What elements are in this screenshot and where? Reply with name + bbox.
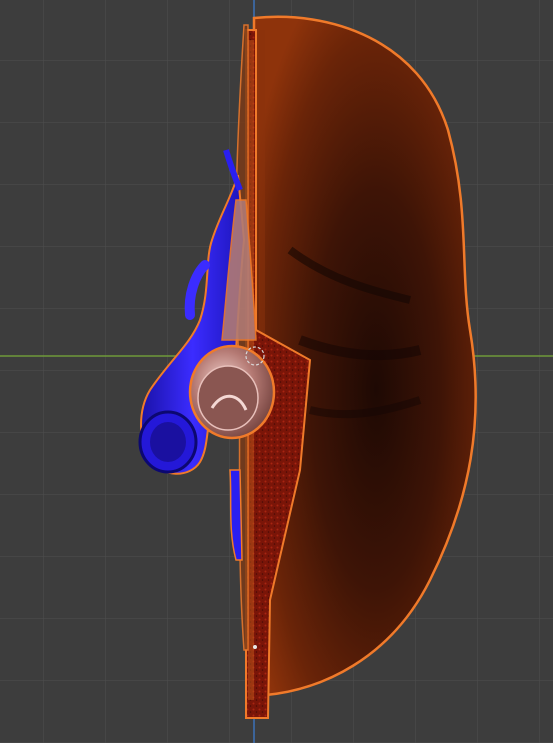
origin-point-icon <box>253 645 257 649</box>
3d-viewport[interactable] <box>0 0 553 743</box>
viewport-canvas[interactable] <box>0 0 553 743</box>
